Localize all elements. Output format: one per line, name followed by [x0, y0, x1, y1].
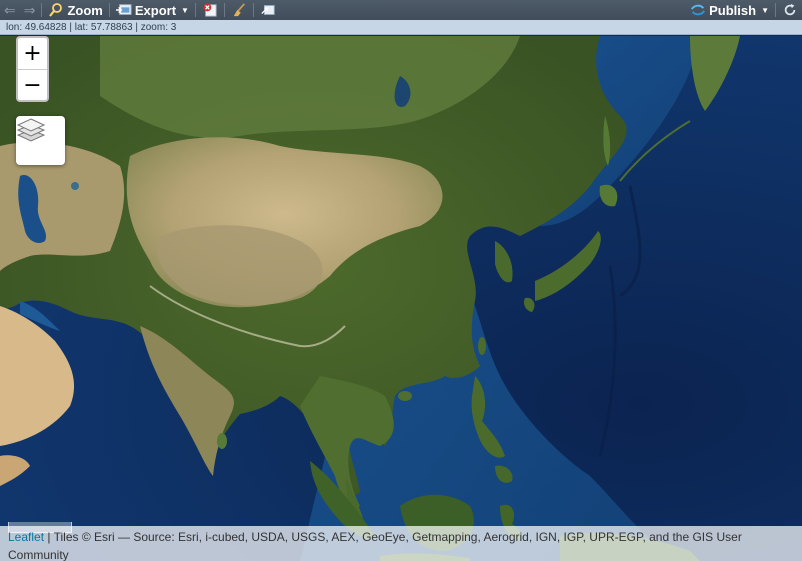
toolbar-divider [41, 3, 43, 17]
export-label: Export [134, 2, 177, 18]
refresh-button[interactable] [778, 0, 802, 20]
export-icon [115, 4, 132, 15]
clear-all-button[interactable] [227, 0, 251, 20]
remove-plot-icon [203, 3, 217, 17]
remove-plot-button[interactable] [198, 0, 222, 20]
map-view[interactable]: + − Leaflet | Tiles © Esri — Source: Esr… [0, 36, 802, 561]
mariana-trench [598, 265, 617, 457]
zoom-button[interactable]: Zoom [44, 0, 106, 20]
coordinate-readout: lon: 49.64828 | lat: 57.78863 | zoom: 3 [0, 20, 802, 35]
japan-trench [619, 185, 642, 298]
arabian-peninsula [0, 306, 75, 446]
publish-label: Publish [709, 2, 757, 18]
japan-honshu [535, 231, 601, 301]
kamchatka [690, 36, 740, 111]
aral-sea [71, 182, 79, 190]
back-button[interactable]: ⇐ [0, 0, 20, 20]
toolbar-divider [775, 3, 776, 17]
zoom-label: Zoom [67, 2, 103, 18]
publish-button[interactable]: Publish ▼ [686, 0, 773, 20]
taiwan [478, 337, 486, 355]
plot-toolbar: ⇐ ⇒ Zoom Export ▼ Publish ▼ [0, 0, 802, 20]
refresh-icon [784, 3, 796, 16]
zoom-control: + − [16, 36, 49, 102]
toolbar-divider [252, 3, 254, 17]
korean-peninsula [495, 241, 513, 283]
layers-icon [16, 118, 46, 142]
popout-icon [261, 5, 275, 15]
zoom-out-button[interactable]: − [18, 70, 47, 101]
horn-of-africa [0, 455, 30, 486]
japan-hokkaido [599, 184, 618, 207]
zoom-magnifier-icon [49, 3, 63, 17]
clear-broom-icon [233, 3, 245, 17]
satellite-basemap [0, 36, 740, 561]
toolbar-divider [194, 3, 196, 17]
export-button[interactable]: Export ▼ [112, 0, 193, 20]
chevron-down-icon: ▼ [761, 5, 769, 15]
map-attribution: Leaflet | Tiles © Esri — Source: Esri, i… [0, 526, 802, 561]
toolbar-divider [223, 3, 225, 17]
show-in-new-window-button[interactable] [256, 0, 280, 20]
chevron-down-icon: ▼ [181, 5, 189, 15]
publish-icon [691, 4, 706, 16]
leaflet-link[interactable]: Leaflet [8, 530, 44, 544]
attribution-text: | Tiles © Esri — Source: Esri, i-cubed, … [8, 530, 742, 561]
japan-kyushu [523, 297, 535, 312]
layers-control-button[interactable] [16, 116, 65, 165]
forward-arrow-icon: ⇒ [23, 1, 36, 18]
forward-button[interactable]: ⇒ [20, 0, 40, 20]
zoom-in-button[interactable]: + [18, 38, 47, 70]
sri-lanka [217, 433, 227, 449]
toolbar-divider [108, 3, 110, 17]
back-arrow-icon: ⇐ [4, 1, 16, 18]
hainan [398, 391, 412, 401]
